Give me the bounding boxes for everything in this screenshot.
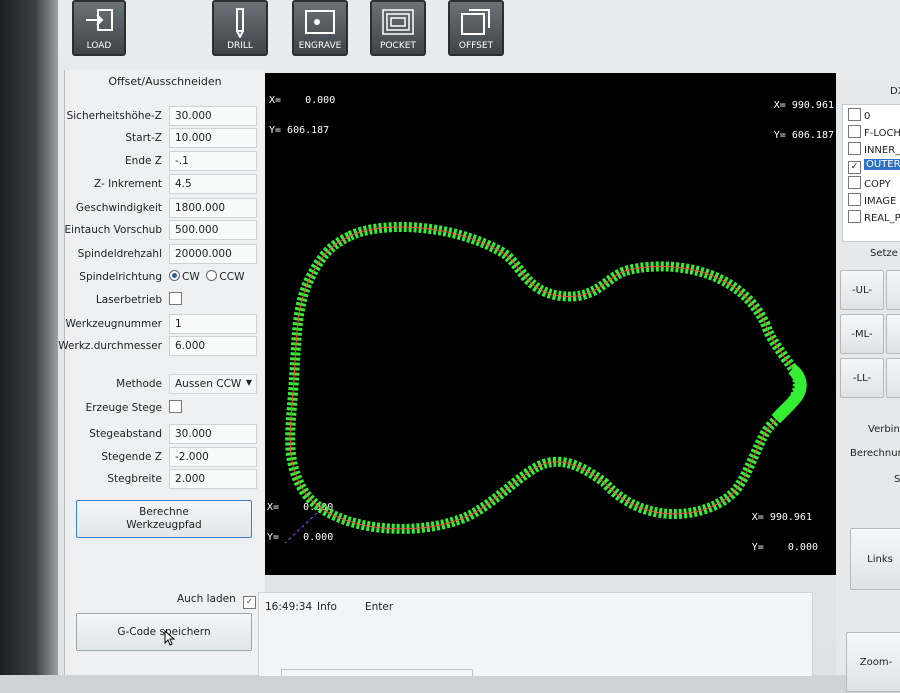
calculate-toolpath-button[interactable]: Berechne Werkzeugpfad <box>76 500 252 538</box>
speed-input[interactable]: 1800.000 <box>169 198 257 218</box>
method-select[interactable]: Aussen CCW ▼ <box>169 374 257 394</box>
load-button[interactable]: LOAD <box>72 0 126 56</box>
field-laser-mode: Laserbetrieb <box>65 290 265 312</box>
field-safety-height: Sicherheitshöhe-Z 30.000 <box>65 106 265 128</box>
field-z-increment: Z- Inkrement 4.5 <box>65 174 265 196</box>
toolpath-drawing <box>284 222 807 544</box>
lead-in-line <box>284 512 318 544</box>
tab-width-input[interactable]: 2.000 <box>169 469 257 489</box>
layer-panel: DX 0 F-LOCH INNER_ ✓OUTER COPY IMAGE REA… <box>836 80 900 692</box>
field-tab-end-z: Stegende Z -2.000 <box>65 447 265 469</box>
engrave-button[interactable]: ENGRAVE <box>292 0 348 56</box>
layer-item-inner[interactable]: INNER_ <box>848 142 900 157</box>
pocket-icon <box>382 9 414 35</box>
layer-item-outer[interactable]: ✓ OUTER <box>848 159 900 174</box>
origin-ml-button[interactable]: -ML- <box>840 314 884 354</box>
field-method: Methode Aussen CCW ▼ <box>65 374 265 396</box>
toolpath-canvas[interactable]: X= 0.000 Y= 606.187 X= 990.961 Y= 606.18… <box>265 73 836 575</box>
zoom-out-button[interactable]: Zoom- <box>846 632 900 692</box>
field-spindle-direction: Spindelrichtung CW CCW <box>79 270 245 283</box>
guitar-outer-toolpath <box>285 222 803 534</box>
field-end-z: Ende Z -.1 <box>65 151 265 173</box>
chevron-down-icon: ▼ <box>245 378 252 387</box>
plunge-feed-input[interactable]: 500.000 <box>169 220 257 240</box>
field-create-tabs: Erzeuge Stege <box>65 398 265 420</box>
origin-ll-button[interactable]: -LL- <box>840 358 884 398</box>
offset-settings-panel: Offset/Ausschneiden Sicherheitshöhe-Z 30… <box>58 70 265 675</box>
create-tabs-checkbox[interactable] <box>169 400 182 413</box>
pocket-button[interactable]: POCKET <box>370 0 426 56</box>
field-tab-width: Stegbreite 2.000 <box>65 469 265 491</box>
cw-radio[interactable] <box>169 270 180 281</box>
guitar-contour-line <box>289 226 799 530</box>
field-plunge-feed: Eintauch Vorschub 500.000 <box>64 220 265 242</box>
drill-button[interactable]: DRILL <box>212 0 268 56</box>
origin-ul-button[interactable]: -UL- <box>840 270 884 310</box>
engrave-icon <box>305 10 335 34</box>
field-tool-number: Werkzeugnummer 1 <box>65 314 265 336</box>
offset-icon <box>461 9 490 35</box>
monitor-bezel <box>0 0 58 675</box>
panel-title: Offset/Ausschneiden <box>108 75 222 88</box>
field-tool-diameter: Werkz.durchmesser 6.000 <box>58 336 265 358</box>
laser-mode-checkbox[interactable] <box>169 292 182 305</box>
field-speed: Geschwindigkeit 1800.000 <box>65 198 265 220</box>
offset-button[interactable]: OFFSET <box>448 0 504 56</box>
layer-item-f-loch[interactable]: F-LOCH <box>848 125 900 140</box>
spindle-speed-input[interactable]: 20000.000 <box>169 244 257 264</box>
ccw-radio[interactable] <box>206 270 218 281</box>
layer-item-image[interactable]: IMAGE <box>848 193 896 208</box>
tool-diameter-input[interactable]: 6.000 <box>169 336 257 356</box>
cutaway-tab-cluster <box>771 364 807 424</box>
tool-number-input[interactable]: 1 <box>169 314 257 334</box>
origin-lr-button[interactable] <box>886 358 900 398</box>
tab-end-z-input[interactable]: -2.000 <box>169 447 257 467</box>
left-button[interactable]: Links <box>850 528 900 590</box>
start-z-input[interactable]: 10.000 <box>169 128 257 148</box>
origin-ur-button[interactable] <box>886 270 900 310</box>
auto-load-checkbox[interactable]: ✓ <box>243 596 257 609</box>
tab-spacing-input[interactable]: 30.000 <box>169 424 257 444</box>
safety-height-input[interactable]: 30.000 <box>169 106 257 126</box>
layer-item-0[interactable]: 0 <box>848 108 870 123</box>
drill-icon <box>236 8 244 38</box>
field-start-z: Start-Z 10.000 <box>65 128 265 150</box>
end-z-input[interactable]: -.1 <box>169 151 257 171</box>
field-spindle-speed: Spindeldrehzahl 20000.000 <box>65 244 265 266</box>
layer-item-copy[interactable]: COPY <box>848 176 891 191</box>
origin-mr-button[interactable] <box>886 314 900 354</box>
app-window: LOAD DRILL ENGRAVE POCKET OFFSET Offset/… <box>0 0 900 692</box>
layer-item-real-p[interactable]: REAL_P <box>848 210 900 225</box>
z-increment-input[interactable]: 4.5 <box>169 174 257 194</box>
field-tab-spacing: Stegeabstand 30.000 <box>65 424 265 446</box>
mouse-cursor-icon <box>164 630 176 646</box>
auto-load-row: Auch laden ✓ <box>177 593 257 609</box>
load-icon <box>86 9 113 31</box>
log-console: 16:49:34 Info Enter <box>258 592 813 677</box>
